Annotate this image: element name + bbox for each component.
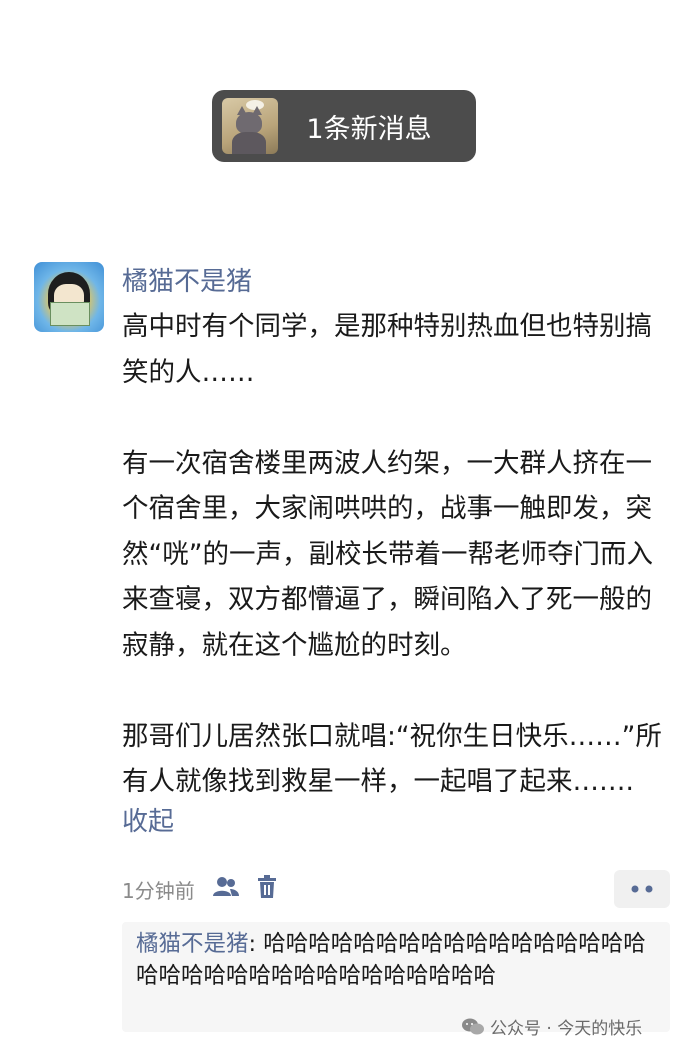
reply-author[interactable]: 橘猫不是猪 [136, 931, 249, 957]
post-time: 1分钟前 [122, 878, 195, 903]
post-paragraph: 那哥们儿居然张口就唱:“祝你生日快乐……”所有人就像找到救星一样，一起唱了起来…… [122, 720, 662, 798]
more-dots-icon [631, 885, 653, 893]
delete-icon[interactable] [257, 875, 277, 903]
post-paragraph: 有一次宿舍楼里两波人约架，一大群人挤在一个宿舍里，大家闹哄哄的，战事一触即发，突… [122, 447, 653, 661]
wechat-icon [462, 1018, 484, 1034]
author-nickname[interactable]: 橘猫不是猪 [122, 262, 252, 302]
moments-page: 1条新消息 橘猫不是猪 高中时有个同学，是那种特别热血但也特别搞笑的人…… 有一… [0, 0, 690, 1054]
collapse-link[interactable]: 收起 [122, 800, 174, 844]
watermark-text: 公众号 · 今天的快乐 [490, 1019, 643, 1039]
new-message-label: 1条新消息 [306, 113, 432, 145]
visibility-icon[interactable] [212, 876, 239, 902]
new-message-banner[interactable]: 1条新消息 [212, 90, 476, 162]
watermark: 公众号 · 今天的快乐 [462, 1014, 642, 1039]
post-paragraph: 高中时有个同学，是那种特别热血但也特别搞笑的人…… [122, 311, 652, 388]
post-content: 高中时有个同学，是那种特别热血但也特别搞笑的人…… 有一次宿舍楼里两波人约架，一… [122, 304, 662, 805]
post-meta-row: 1分钟前 [122, 868, 670, 910]
banner-avatar [222, 98, 278, 154]
reply-separator: : [248, 931, 264, 957]
more-options-button[interactable] [614, 870, 670, 908]
avatar[interactable] [34, 262, 104, 332]
